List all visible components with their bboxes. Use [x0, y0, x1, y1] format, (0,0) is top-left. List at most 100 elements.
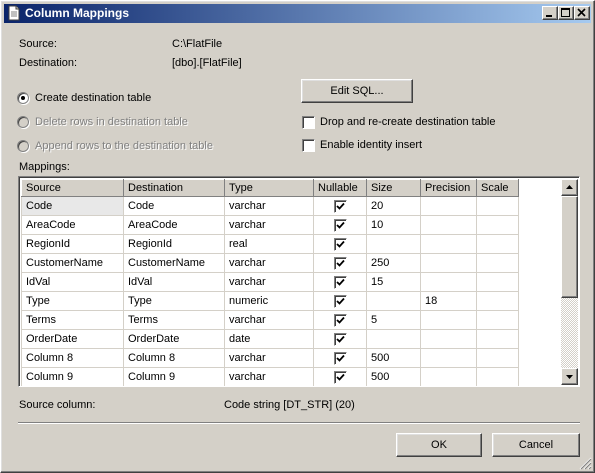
- size-cell[interactable]: 500: [366, 367, 421, 386]
- create-table-radio[interactable]: [17, 92, 29, 104]
- scrollbar-thumb[interactable]: [561, 196, 578, 298]
- size-cell[interactable]: 20: [366, 196, 421, 216]
- resize-grip-icon[interactable]: [579, 457, 592, 470]
- size-cell[interactable]: [366, 329, 421, 349]
- nullable-checkbox[interactable]: [333, 237, 347, 251]
- edit-sql-button[interactable]: Edit SQL...: [301, 79, 413, 103]
- destination-cell[interactable]: Type: [123, 291, 225, 311]
- scale-cell[interactable]: [476, 234, 519, 254]
- precision-cell[interactable]: [420, 196, 477, 216]
- nullable-checkbox[interactable]: [333, 332, 347, 346]
- nullable-cell[interactable]: [313, 215, 367, 235]
- table-row[interactable]: Terms Terms varchar 5: [21, 310, 519, 330]
- type-cell[interactable]: varchar: [224, 272, 314, 292]
- table-row[interactable]: IdVal IdVal varchar 15: [21, 272, 519, 292]
- nullable-checkbox[interactable]: [333, 313, 347, 327]
- nullable-cell[interactable]: [313, 196, 367, 216]
- type-cell[interactable]: varchar: [224, 367, 314, 386]
- scale-cell[interactable]: [476, 215, 519, 235]
- nullable-checkbox[interactable]: [333, 294, 347, 308]
- size-cell[interactable]: 500: [366, 348, 421, 368]
- destination-cell[interactable]: Code: [123, 196, 225, 216]
- ok-button[interactable]: OK: [396, 433, 482, 457]
- scale-cell[interactable]: [476, 253, 519, 273]
- size-cell[interactable]: 250: [366, 253, 421, 273]
- type-cell[interactable]: varchar: [224, 310, 314, 330]
- type-cell[interactable]: varchar: [224, 215, 314, 235]
- type-cell[interactable]: numeric: [224, 291, 314, 311]
- nullable-checkbox[interactable]: [333, 218, 347, 232]
- precision-cell[interactable]: [420, 253, 477, 273]
- drop-recreate-label[interactable]: Drop and re-create destination table: [320, 116, 496, 128]
- source-cell[interactable]: Type: [21, 291, 124, 311]
- destination-cell[interactable]: Column 8: [123, 348, 225, 368]
- nullable-cell[interactable]: [313, 310, 367, 330]
- nullable-checkbox[interactable]: [333, 256, 347, 270]
- nullable-cell[interactable]: [313, 253, 367, 273]
- destination-cell[interactable]: Terms: [123, 310, 225, 330]
- size-cell[interactable]: 15: [366, 272, 421, 292]
- nullable-cell[interactable]: [313, 234, 367, 254]
- identity-insert-label[interactable]: Enable identity insert: [320, 139, 422, 151]
- table-row[interactable]: AreaCode AreaCode varchar 10: [21, 215, 519, 235]
- precision-cell[interactable]: 18: [420, 291, 477, 311]
- precision-cell[interactable]: [420, 310, 477, 330]
- source-cell[interactable]: Column 8: [21, 348, 124, 368]
- column-header-size[interactable]: Size: [366, 179, 421, 197]
- table-row[interactable]: OrderDate OrderDate date: [21, 329, 519, 349]
- source-cell[interactable]: IdVal: [21, 272, 124, 292]
- size-cell[interactable]: 5: [366, 310, 421, 330]
- precision-cell[interactable]: [420, 215, 477, 235]
- type-cell[interactable]: varchar: [224, 196, 314, 216]
- scale-cell[interactable]: [476, 291, 519, 311]
- minimize-button[interactable]: [542, 6, 558, 20]
- type-cell[interactable]: varchar: [224, 348, 314, 368]
- nullable-cell[interactable]: [313, 367, 367, 386]
- column-header-nullable[interactable]: Nullable: [313, 179, 367, 197]
- nullable-checkbox[interactable]: [333, 275, 347, 289]
- drop-recreate-checkbox[interactable]: [302, 116, 315, 129]
- type-cell[interactable]: real: [224, 234, 314, 254]
- source-cell[interactable]: OrderDate: [21, 329, 124, 349]
- precision-cell[interactable]: [420, 329, 477, 349]
- table-row[interactable]: Code Code varchar 20: [21, 196, 519, 216]
- vertical-scrollbar[interactable]: [561, 179, 578, 385]
- destination-cell[interactable]: Column 9: [123, 367, 225, 386]
- nullable-cell[interactable]: [313, 329, 367, 349]
- column-header-source[interactable]: Source: [21, 179, 124, 197]
- nullable-cell[interactable]: [313, 291, 367, 311]
- scroll-down-button[interactable]: [561, 368, 578, 385]
- scale-cell[interactable]: [476, 272, 519, 292]
- source-cell[interactable]: AreaCode: [21, 215, 124, 235]
- source-cell[interactable]: Column 9: [21, 367, 124, 386]
- title-bar[interactable]: Column Mappings: [4, 4, 591, 23]
- column-header-type[interactable]: Type: [224, 179, 314, 197]
- source-cell[interactable]: CustomerName: [21, 253, 124, 273]
- maximize-button[interactable]: [558, 6, 574, 20]
- destination-cell[interactable]: OrderDate: [123, 329, 225, 349]
- cancel-button[interactable]: Cancel: [492, 433, 580, 457]
- source-cell[interactable]: RegionId: [21, 234, 124, 254]
- size-cell[interactable]: 10: [366, 215, 421, 235]
- table-row[interactable]: Column 8 Column 8 varchar 500: [21, 348, 519, 368]
- close-button[interactable]: [574, 6, 590, 20]
- scroll-up-button[interactable]: [561, 179, 578, 196]
- nullable-cell[interactable]: [313, 272, 367, 292]
- size-cell[interactable]: [366, 234, 421, 254]
- source-cell[interactable]: Code: [21, 196, 124, 216]
- type-cell[interactable]: varchar: [224, 253, 314, 273]
- column-header-destination[interactable]: Destination: [123, 179, 225, 197]
- destination-cell[interactable]: AreaCode: [123, 215, 225, 235]
- nullable-cell[interactable]: [313, 348, 367, 368]
- destination-cell[interactable]: CustomerName: [123, 253, 225, 273]
- table-row[interactable]: CustomerName CustomerName varchar 250: [21, 253, 519, 273]
- destination-cell[interactable]: IdVal: [123, 272, 225, 292]
- destination-cell[interactable]: RegionId: [123, 234, 225, 254]
- identity-insert-checkbox[interactable]: [302, 139, 315, 152]
- scale-cell[interactable]: [476, 329, 519, 349]
- size-cell[interactable]: [366, 291, 421, 311]
- table-row[interactable]: Column 9 Column 9 varchar 500: [21, 367, 519, 386]
- create-table-label[interactable]: Create destination table: [35, 92, 151, 104]
- scale-cell[interactable]: [476, 348, 519, 368]
- scale-cell[interactable]: [476, 196, 519, 216]
